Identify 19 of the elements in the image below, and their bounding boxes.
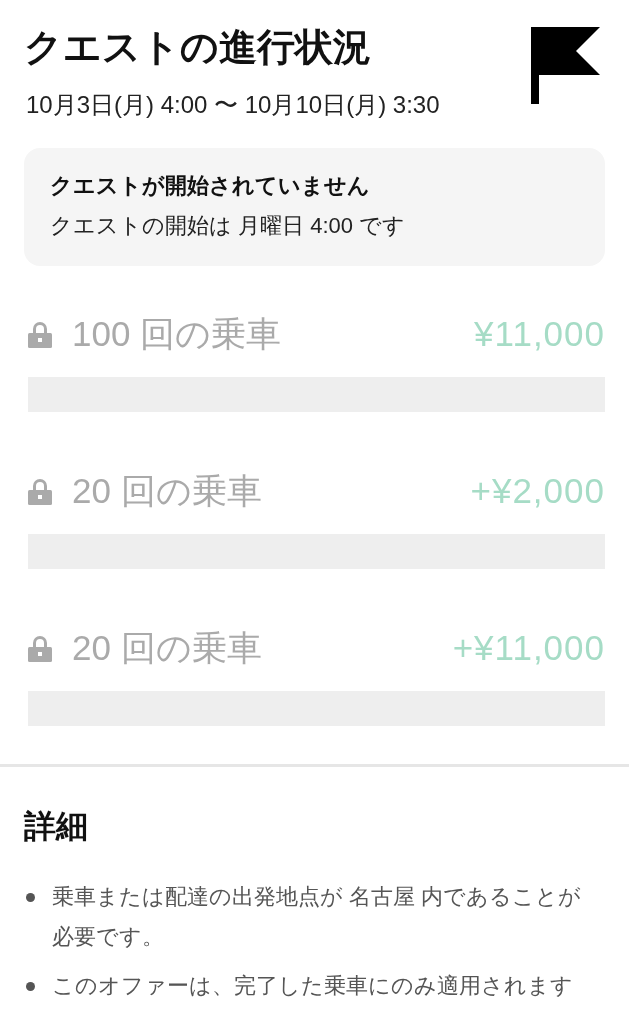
bullet-icon: [26, 982, 35, 991]
tier-reward: +¥2,000: [470, 471, 605, 511]
date-range: 10月3日(月) 4:00 〜 10月10日(月) 3:30: [26, 91, 441, 119]
tier-label: 20 回の乗車: [72, 471, 262, 511]
page-title: クエストの進行状況: [24, 25, 372, 70]
tier-label: 100 回の乗車: [72, 314, 282, 354]
detail-text: このオファーは、完了した乗車にのみ適用されます: [52, 972, 574, 1000]
notice-message: クエストの開始は 月曜日 4:00 です: [50, 212, 407, 240]
flag-icon: [531, 27, 601, 104]
tier-reward: +¥11,000: [452, 628, 605, 668]
lock-icon: [28, 634, 52, 662]
detail-text: 乗車または配達の出発地点が 名古屋 内であることが必要です。: [52, 883, 583, 951]
details-title: 詳細: [24, 807, 89, 846]
lock-icon: [28, 477, 52, 505]
lock-icon: [28, 320, 52, 348]
tier-label: 20 回の乗車: [72, 628, 262, 668]
tier-reward: ¥11,000: [474, 314, 605, 354]
notice-title: クエストが開始されていません: [50, 172, 371, 200]
bullet-icon: [26, 893, 35, 902]
